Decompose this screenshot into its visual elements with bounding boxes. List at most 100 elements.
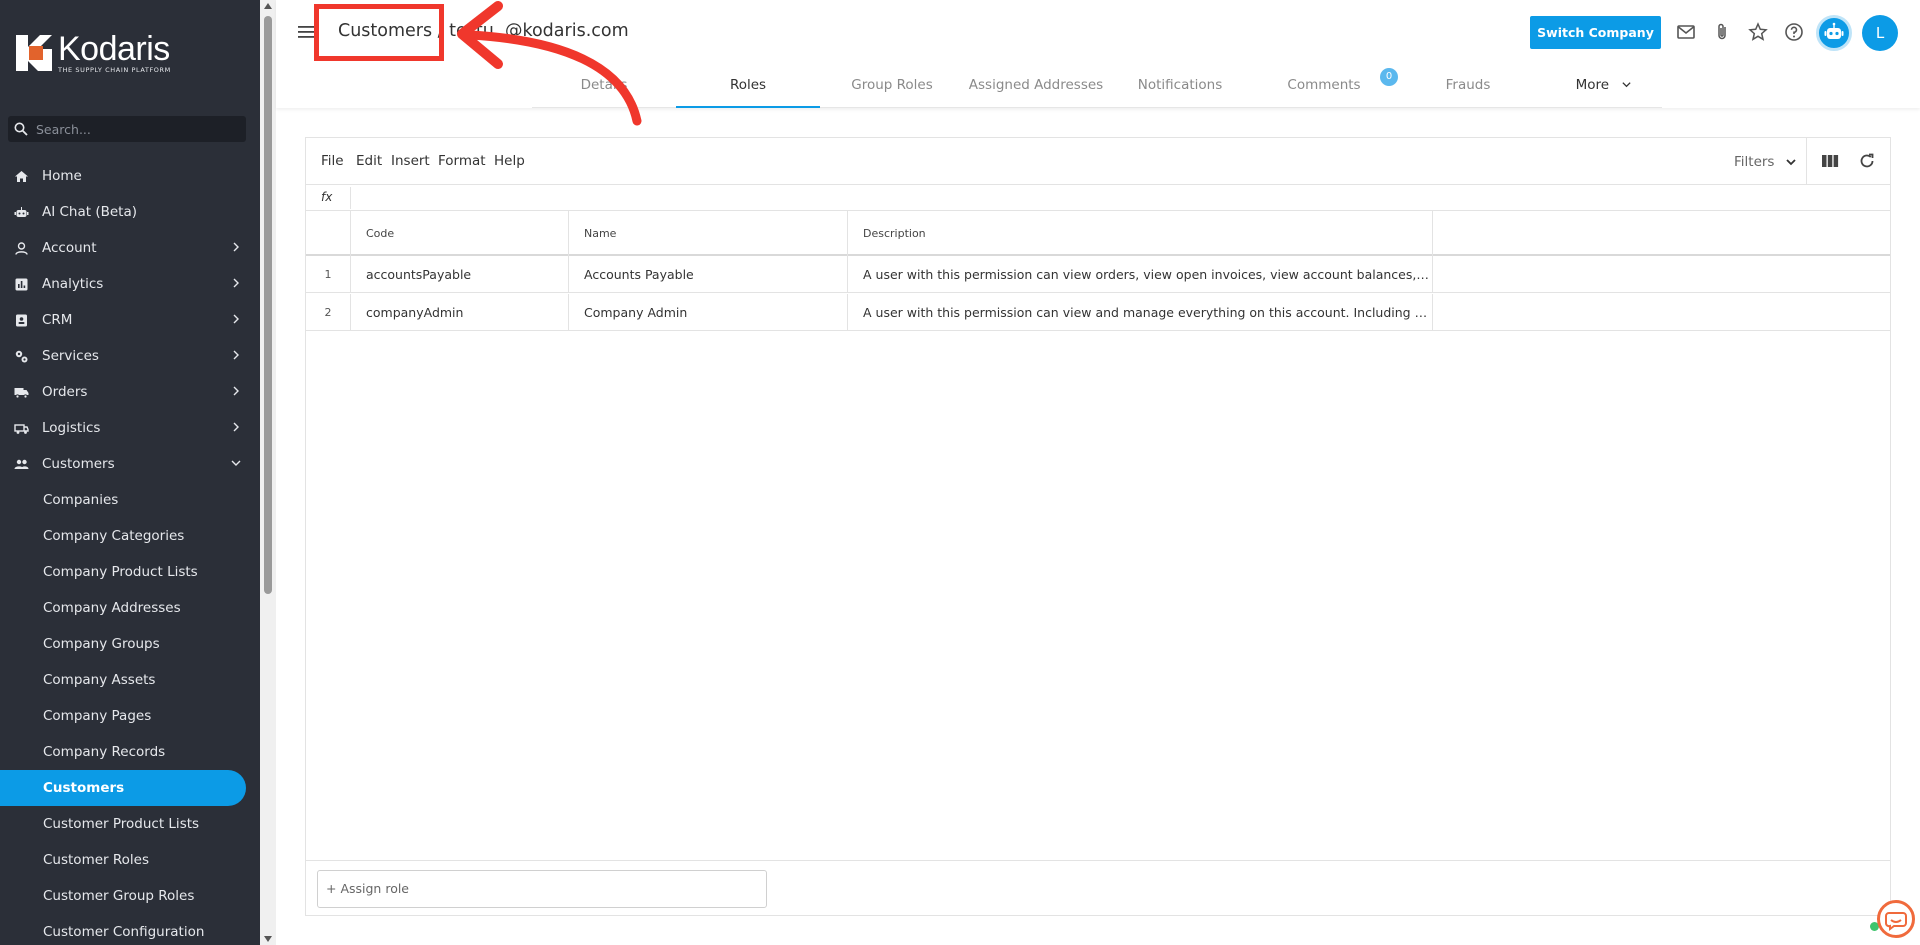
chevron-right-icon [233,278,239,288]
logo-tagline: THE SUPPLY CHAIN PLATFORM [58,66,171,75]
sidebar-item-label: Services [42,348,99,364]
sidebar-item-crm[interactable]: CRM [0,302,260,338]
sidebar-item-label: Orders [42,384,88,400]
paperclip-icon[interactable] [1712,22,1732,42]
menu-edit[interactable]: Edit [356,153,382,169]
formula-bar[interactable]: fx [306,185,1890,211]
sidebar-scrollbar[interactable] [260,0,276,945]
cell-description[interactable]: A user with this permission can view and… [847,294,1432,331]
robot-icon [14,206,29,217]
sidebar-search-input[interactable] [36,121,236,137]
sidebar-item-label: Logistics [42,420,101,436]
sidebar-item-label: Analytics [42,276,104,292]
sidebar-item-account[interactable]: Account [0,230,260,266]
sidebar-subitem-company-records[interactable]: Company Records [0,734,260,770]
sidebar-subitem-customer-roles[interactable]: Customer Roles [0,842,260,878]
sidebar-item-label: Account [42,240,97,256]
filters-dropdown[interactable]: Filters [1734,154,1774,170]
table-row[interactable]: 1 accountsPayable Accounts Payable A use… [306,256,1890,293]
tab-notifications[interactable]: Notifications [1108,64,1252,108]
gears-icon [15,350,28,362]
sidebar-subitem-customer-group-roles[interactable]: Customer Group Roles [0,878,260,914]
chevron-right-icon [233,386,239,396]
chevron-down-icon[interactable] [1784,155,1798,169]
logo-name: Kodaris [58,30,170,69]
toolbar-divider [1806,138,1807,185]
chat-icon [1885,912,1907,931]
sidebar-subitem-customer-product-lists[interactable]: Customer Product Lists [0,806,260,842]
support-chat-button[interactable] [1877,900,1915,938]
sidebar-subitem-company-pages[interactable]: Company Pages [0,698,260,734]
sidebar-item-services[interactable]: Services [0,338,260,374]
scroll-up-arrow-icon[interactable] [264,3,272,9]
scroll-down-arrow-icon[interactable] [264,936,272,942]
sidebar-item-label: CRM [42,312,73,328]
sidebar: Kodaris THE SUPPLY CHAIN PLATFORM Home A… [0,0,260,945]
bot-icon [1824,22,1844,39]
refresh-icon[interactable] [1858,152,1876,170]
cell-code[interactable]: companyAdmin [350,294,568,331]
formula-bar-divider [350,187,351,209]
sidebar-item-orders[interactable]: Orders [0,374,260,410]
tab-frauds[interactable]: Frauds [1396,64,1540,108]
mail-icon[interactable] [1676,22,1696,42]
cell-name[interactable]: Accounts Payable [568,256,847,293]
sidebar-subitem-company-groups[interactable]: Company Groups [0,626,260,662]
switch-company-button[interactable]: Switch Company [1530,16,1661,49]
sidebar-item-ai-chat[interactable]: AI Chat (Beta) [0,194,260,230]
sidebar-search[interactable] [8,116,246,142]
annotation-arrow-icon [457,1,642,126]
sidebar-subitem-customer-configuration[interactable]: Customer Configuration [0,914,260,945]
cell-empty[interactable] [1432,294,1890,331]
sidebar-item-label: Home [42,168,82,184]
help-icon[interactable] [1784,22,1804,42]
cell-name[interactable]: Company Admin [568,294,847,331]
kodaris-logo-mark [16,35,52,71]
user-icon [15,241,28,255]
column-header-code[interactable]: Code [350,211,568,256]
sidebar-subitem-customers[interactable]: Customers [0,770,246,806]
sidebar-subitem-company-categories[interactable]: Company Categories [0,518,260,554]
menu-help[interactable]: Help [494,153,525,169]
tab-comments[interactable]: Comments [1252,64,1396,108]
sidebar-item-customers[interactable]: Customers [0,446,260,482]
column-header-empty [1432,211,1890,256]
menu-insert[interactable]: Insert [391,153,430,169]
cell-code[interactable]: accountsPayable [350,256,568,293]
tab-group-roles[interactable]: Group Roles [820,64,964,108]
table-row[interactable]: 2 companyAdmin Company Admin A user with… [306,294,1890,331]
star-icon[interactable] [1748,22,1768,42]
sidebar-item-analytics[interactable]: Analytics [0,266,260,302]
hamburger-menu-icon[interactable] [298,25,314,39]
tab-assigned-addresses[interactable]: Assigned Addresses [964,64,1108,108]
bot-assistant-button[interactable] [1816,15,1852,51]
menu-format[interactable]: Format [438,153,486,169]
sidebar-nav: Home AI Chat (Beta) Account Analytics CR… [0,158,260,945]
sidebar-item-label: Customers [42,456,115,472]
kodaris-logo[interactable]: Kodaris THE SUPPLY CHAIN PLATFORM [14,32,184,74]
sidebar-subitem-company-product-lists[interactable]: Company Product Lists [0,554,260,590]
chevron-down-icon [1622,82,1631,88]
sidebar-subitem-companies[interactable]: Companies [0,482,260,518]
sidebar-item-home[interactable]: Home [0,158,260,194]
row-number: 2 [324,306,332,319]
sidebar-subitem-company-assets[interactable]: Company Assets [0,662,260,698]
cell-description[interactable]: A user with this permission can view ord… [847,256,1432,293]
columns-icon[interactable] [1821,152,1839,170]
cell-empty[interactable] [1432,256,1890,293]
contact-card-icon [16,314,27,326]
user-avatar[interactable]: L [1862,15,1898,51]
assign-role-button[interactable]: + Assign role [317,870,767,908]
tab-more[interactable]: More [1532,64,1676,108]
tab-roles[interactable]: Roles [676,64,820,108]
menu-file[interactable]: File [321,153,344,169]
sidebar-subitem-company-addresses[interactable]: Company Addresses [0,590,260,626]
scrollbar-thumb[interactable] [264,16,272,594]
sidebar-item-logistics[interactable]: Logistics [0,410,260,446]
tab-more-label: More [1575,77,1610,93]
column-header-name[interactable]: Name [568,211,847,256]
grid-footer: + Assign role [306,860,1890,916]
chevron-right-icon [233,350,239,360]
search-icon [14,122,28,136]
column-header-description[interactable]: Description [847,211,1432,256]
